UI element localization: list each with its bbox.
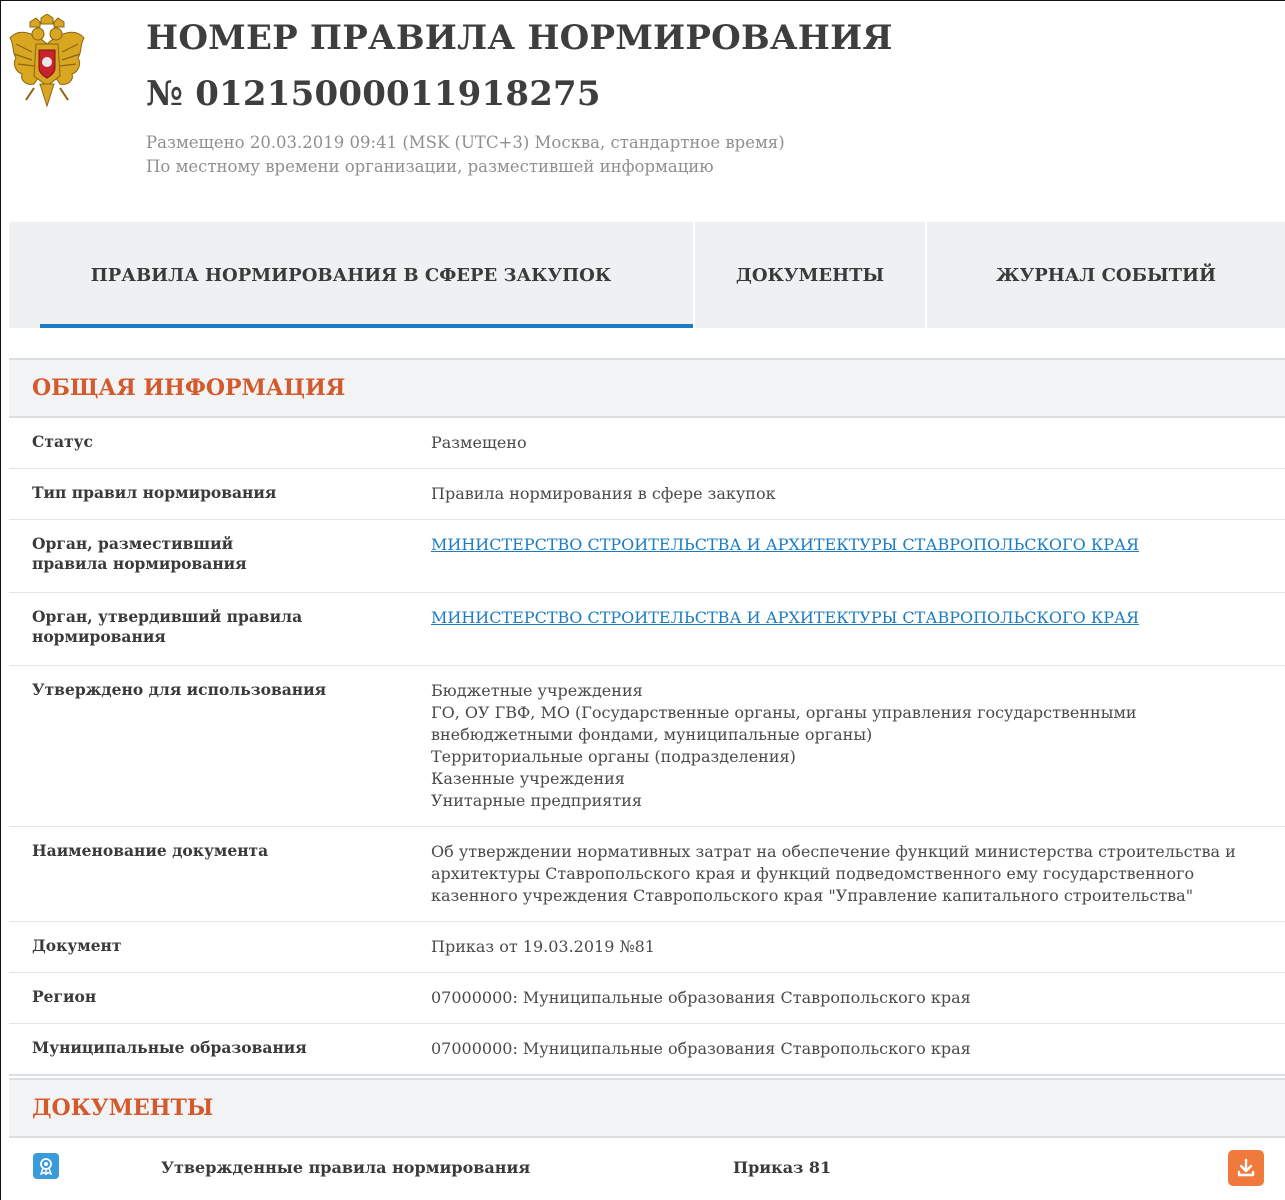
- approved-by-org-link[interactable]: МИНИСТЕРСТВО СТРОИТЕЛЬСТВА И АРХИТЕКТУРЫ…: [431, 608, 1139, 627]
- page-title: НОМЕР ПРАВИЛА НОРМИРОВАНИЯ: [146, 18, 893, 58]
- row-label: Документ: [32, 936, 122, 955]
- documents-section: ДОКУМЕНТЫ Утвержденные правила нормирова…: [9, 1078, 1285, 1200]
- tab-documents[interactable]: ДОКУМЕНТЫ: [695, 222, 925, 328]
- info-row-posted-by: Орган, разместивший правила нормирования…: [9, 519, 1285, 592]
- info-row-approved-by: Орган, утвердивший правила нормирования …: [9, 592, 1285, 665]
- posted-by-org-link[interactable]: МИНИСТЕРСТВО СТРОИТЕЛЬСТВА И АРХИТЕКТУРЫ…: [431, 535, 1139, 554]
- info-row-document-name: Наименование документа Об утверждении но…: [9, 826, 1285, 921]
- row-label: Муниципальные образования: [32, 1038, 307, 1057]
- approved-for-item: Территориальные органы (подразделения): [431, 747, 796, 766]
- info-table: Статус Размещено Тип правил нормирования…: [9, 418, 1285, 1076]
- row-value: 07000000: Муниципальные образования Став…: [431, 988, 971, 1007]
- approved-for-item: Бюджетные учреждения: [431, 681, 643, 700]
- row-value: Приказ от 19.03.2019 №81: [431, 937, 655, 956]
- row-value: МИНИСТЕРСТВО СТРОИТЕЛЬСТВА И АРХИТЕКТУРЫ…: [431, 534, 1285, 574]
- info-row-region: Регион 07000000: Муниципальные образован…: [9, 972, 1285, 1023]
- row-label: Орган, разместивший правила нормирования: [32, 534, 247, 573]
- row-value: Размещено: [431, 433, 527, 452]
- coat-of-arms-icon: [8, 13, 86, 110]
- info-row-rule-type: Тип правил нормирования Правила нормиров…: [9, 468, 1285, 519]
- row-label: Статус: [32, 432, 93, 451]
- document-title: Утвержденные правила нормирования: [161, 1158, 531, 1177]
- tab-rules[interactable]: ПРАВИЛА НОРМИРОВАНИЯ В СФЕРЕ ЗАКУПОК: [9, 222, 693, 328]
- row-value: МИНИСТЕРСТВО СТРОИТЕЛЬСТВА И АРХИТЕКТУРЫ…: [431, 607, 1285, 647]
- tab-event-log[interactable]: ЖУРНАЛ СОБЫТИЙ: [927, 222, 1285, 328]
- download-icon[interactable]: [1228, 1150, 1264, 1186]
- documents-heading: ДОКУМЕНТЫ: [9, 1078, 1285, 1138]
- certificate-icon: [33, 1153, 59, 1179]
- posted-timestamp: Размещено 20.03.2019 09:41 (MSK (UTC+3) …: [146, 133, 785, 152]
- row-value: 07000000: Муниципальные образования Став…: [431, 1039, 971, 1058]
- info-row-municipal: Муниципальные образования 07000000: Муни…: [9, 1023, 1285, 1074]
- info-row-approved-for: Утверждено для использования Бюджетные у…: [9, 665, 1285, 826]
- info-row-status: Статус Размещено: [9, 418, 1285, 468]
- general-info-section: ОБЩАЯ ИНФОРМАЦИЯ Статус Размещено Тип пр…: [9, 358, 1285, 1076]
- row-label: Тип правил нормирования: [32, 483, 277, 502]
- row-label: Регион: [32, 987, 97, 1006]
- tab-rules-label: ПРАВИЛА НОРМИРОВАНИЯ В СФЕРЕ ЗАКУПОК: [90, 264, 612, 286]
- row-value: Об утверждении нормативных затрат на обе…: [431, 842, 1236, 905]
- row-value: Бюджетные учреждения ГО, ОУ ГВФ, МО (Гос…: [431, 680, 1285, 812]
- rule-number: № 01215000011918275: [146, 74, 601, 114]
- tab-event-log-label: ЖУРНАЛ СОБЫТИЙ: [995, 264, 1217, 286]
- row-label: Орган, утвердивший правила нормирования: [32, 607, 303, 646]
- row-label: Наименование документа: [32, 841, 269, 860]
- row-value: Правила нормирования в сфере закупок: [431, 484, 776, 503]
- approved-for-item: ГО, ОУ ГВФ, МО (Государственные органы, …: [431, 703, 1137, 744]
- document-name[interactable]: Приказ 81: [733, 1158, 831, 1177]
- info-row-document: Документ Приказ от 19.03.2019 №81: [9, 921, 1285, 972]
- tab-bar: ПРАВИЛА НОРМИРОВАНИЯ В СФЕРЕ ЗАКУПОК ДОК…: [9, 222, 1285, 328]
- local-time-note: По местному времени организации, размест…: [146, 157, 714, 176]
- row-label: Утверждено для использования: [32, 680, 327, 699]
- approved-for-item: Казенные учреждения: [431, 769, 625, 788]
- approved-for-item: Унитарные предприятия: [431, 791, 642, 810]
- tab-documents-label: ДОКУМЕНТЫ: [735, 264, 885, 286]
- document-row: Утвержденные правила нормирования Приказ…: [9, 1138, 1285, 1200]
- general-info-heading: ОБЩАЯ ИНФОРМАЦИЯ: [9, 358, 1285, 418]
